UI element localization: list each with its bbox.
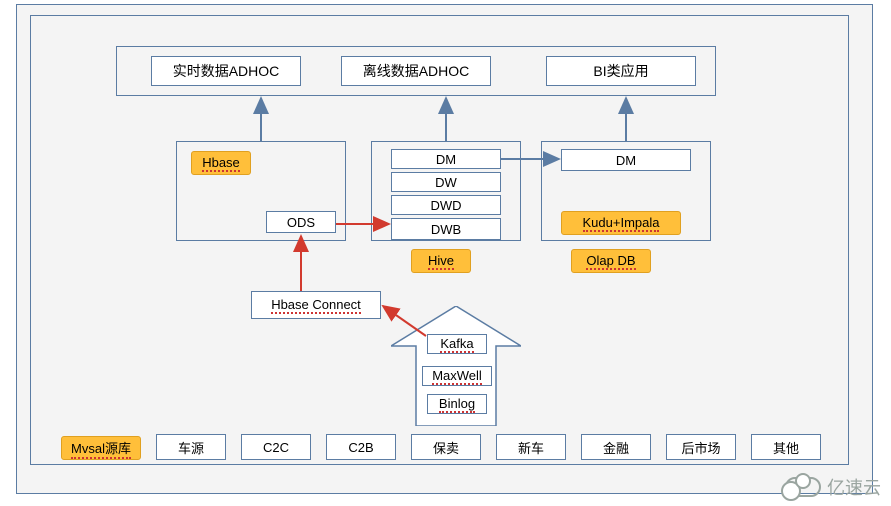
source-c2b: C2B <box>326 434 396 460</box>
box-ods: ODS <box>266 211 336 233</box>
watermark-text: 亿速云 <box>827 474 881 500</box>
box-offline-adhoc: 离线数据ADHOC <box>341 56 491 86</box>
source-che-yuan: 车源 <box>156 434 226 460</box>
badge-olap-db: Olap DB <box>571 249 651 273</box>
source-houshichang: 后市场 <box>666 434 736 460</box>
source-jinrong: 金融 <box>581 434 651 460</box>
badge-hive: Hive <box>411 249 471 273</box>
badge-kudu-impala: Kudu+Impala <box>561 211 681 235</box>
box-binlog: Binlog <box>427 394 487 414</box>
box-dm-hive: DM <box>391 149 501 169</box>
text-maxwell: MaxWell <box>432 368 482 385</box>
text-kafka: Kafka <box>440 336 473 353</box>
cloud-icon <box>785 477 821 497</box>
box-bi-app: BI类应用 <box>546 56 696 86</box>
architecture-diagram: 实时数据ADHOC 离线数据ADHOC BI类应用 Hbase ODS DM D… <box>0 0 891 506</box>
box-kafka: Kafka <box>427 334 487 354</box>
box-realtime-adhoc: 实时数据ADHOC <box>151 56 301 86</box>
text-mysql-sources: Mvsal源库 <box>71 438 131 459</box>
inner-frame: 实时数据ADHOC 离线数据ADHOC BI类应用 Hbase ODS DM D… <box>30 15 849 465</box>
source-c2c: C2C <box>241 434 311 460</box>
box-maxwell: MaxWell <box>422 366 492 386</box>
text-kudu-impala: Kudu+Impala <box>583 215 660 232</box>
text-hbase-connect: Hbase Connect <box>271 297 361 314</box>
source-baomai: 保卖 <box>411 434 481 460</box>
text-hbase: Hbase <box>202 155 240 172</box>
text-binlog: Binlog <box>439 396 475 413</box>
watermark: 亿速云 <box>785 474 881 500</box>
text-olap-db: Olap DB <box>586 253 635 270</box>
badge-mysql-sources: Mvsal源库 <box>61 436 141 460</box>
box-dwb: DWB <box>391 218 501 240</box>
text-hive: Hive <box>428 253 454 270</box>
box-dwd: DWD <box>391 195 501 215</box>
box-dm-olap: DM <box>561 149 691 171</box>
source-xinche: 新车 <box>496 434 566 460</box>
box-hbase-connect: Hbase Connect <box>251 291 381 319</box>
box-dw: DW <box>391 172 501 192</box>
source-qita: 其他 <box>751 434 821 460</box>
badge-hbase: Hbase <box>191 151 251 175</box>
